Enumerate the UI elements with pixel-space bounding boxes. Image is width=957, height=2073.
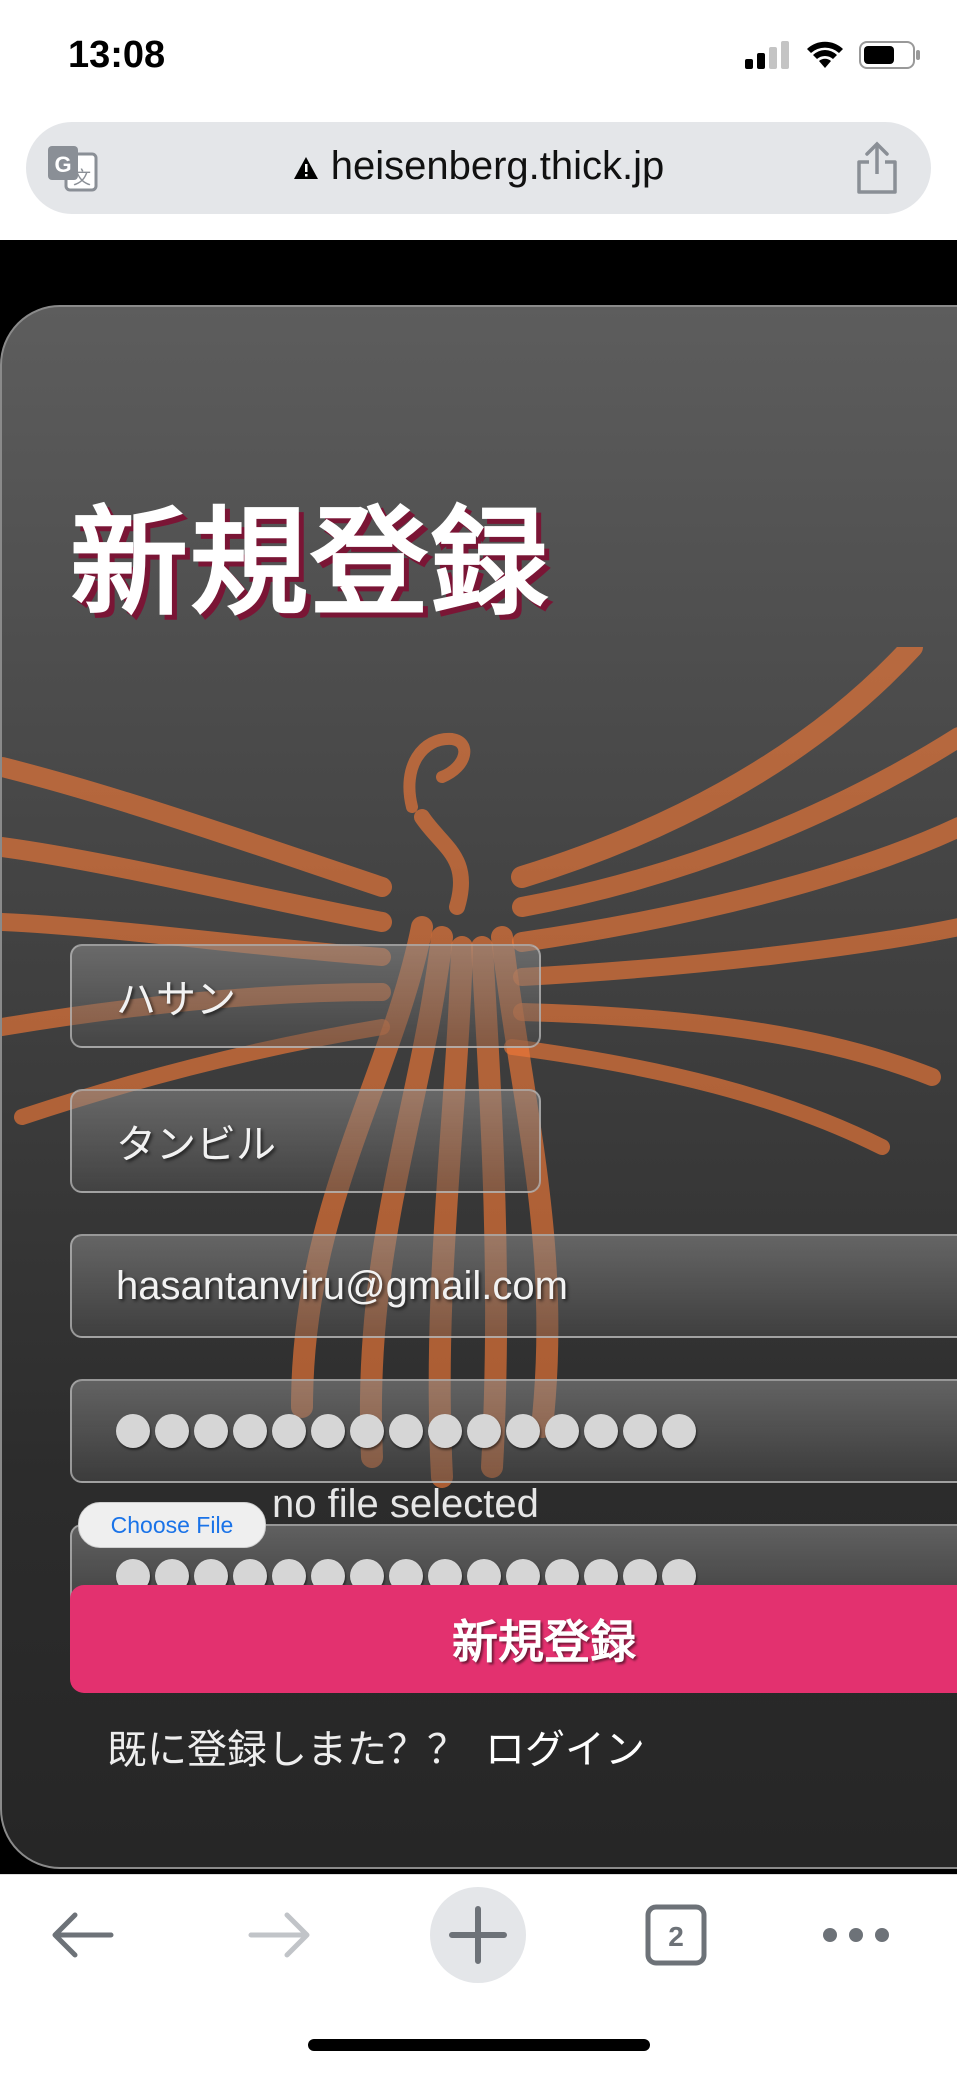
tab-switcher-button[interactable]: 2 bbox=[628, 1887, 724, 1983]
url-display[interactable]: heisenberg.thick.jp bbox=[26, 144, 931, 189]
wifi-icon bbox=[807, 41, 843, 68]
battery-icon bbox=[859, 41, 920, 69]
first-name-value: ハサン bbox=[116, 978, 236, 1022]
login-prompt-line: 既に登録しまた？？ ログイン bbox=[107, 1717, 645, 1775]
status-icons bbox=[745, 40, 921, 70]
first-name-input[interactable]: ハサン bbox=[70, 944, 541, 1048]
web-page: 新規登録 ハサン タンビル hasantanviru@gmail.com Cho… bbox=[0, 240, 957, 1874]
password-dot bbox=[428, 1414, 462, 1448]
password-dot bbox=[116, 1414, 150, 1448]
password-dot bbox=[311, 1414, 345, 1448]
cellular-signal-icon bbox=[745, 41, 789, 69]
url-text: heisenberg.thick.jp bbox=[330, 144, 665, 188]
password-dot bbox=[467, 1414, 501, 1448]
more-menu-button[interactable] bbox=[808, 1887, 904, 1983]
address-bar[interactable]: G 文 heisenberg.thick.jp bbox=[26, 122, 931, 214]
arrow-left-icon bbox=[52, 1912, 114, 1958]
password-mask bbox=[116, 1414, 696, 1448]
forward-button[interactable] bbox=[232, 1887, 328, 1983]
status-bar: 13:08 bbox=[0, 0, 957, 120]
clock-time: 13:08 bbox=[68, 34, 166, 76]
password-dot bbox=[584, 1414, 618, 1448]
login-prompt-text: 既に登録しまた？？ bbox=[107, 1727, 467, 1773]
password-dot bbox=[389, 1414, 423, 1448]
email-input[interactable]: hasantanviru@gmail.com bbox=[70, 1234, 957, 1338]
tabs-icon: 2 bbox=[645, 1904, 707, 1966]
password-dot bbox=[623, 1414, 657, 1448]
warning-icon bbox=[293, 157, 318, 180]
browser-toolbar: 2 bbox=[0, 1874, 957, 2073]
file-status-text: no file selected bbox=[272, 1482, 539, 1526]
password-dot bbox=[272, 1414, 306, 1448]
password-dot bbox=[350, 1414, 384, 1448]
last-name-value: タンビル bbox=[116, 1123, 276, 1167]
register-button[interactable]: 新規登録 bbox=[70, 1585, 957, 1693]
plus-icon bbox=[449, 1906, 507, 1964]
home-indicator bbox=[308, 2039, 650, 2051]
arrow-right-icon bbox=[248, 1912, 310, 1958]
password-dot bbox=[545, 1414, 579, 1448]
login-link[interactable]: ログイン bbox=[485, 1727, 645, 1773]
password-dot bbox=[233, 1414, 267, 1448]
more-dots-icon bbox=[823, 1928, 889, 1942]
back-button[interactable] bbox=[34, 1887, 130, 1983]
registration-card: 新規登録 ハサン タンビル hasantanviru@gmail.com Cho… bbox=[0, 305, 957, 1869]
password-dot bbox=[155, 1414, 189, 1448]
choose-file-button[interactable]: Choose File bbox=[78, 1502, 266, 1548]
password-dot bbox=[506, 1414, 540, 1448]
last-name-input[interactable]: タンビル bbox=[70, 1089, 541, 1193]
password-dot bbox=[194, 1414, 228, 1448]
page-title: 新規登録 bbox=[70, 494, 551, 632]
tab-count: 2 bbox=[668, 1921, 684, 1952]
password-input[interactable] bbox=[70, 1379, 957, 1483]
password-dot bbox=[662, 1414, 696, 1448]
email-value: hasantanviru@gmail.com bbox=[116, 1263, 568, 1308]
share-icon[interactable] bbox=[853, 140, 901, 196]
new-tab-button[interactable] bbox=[430, 1887, 526, 1983]
